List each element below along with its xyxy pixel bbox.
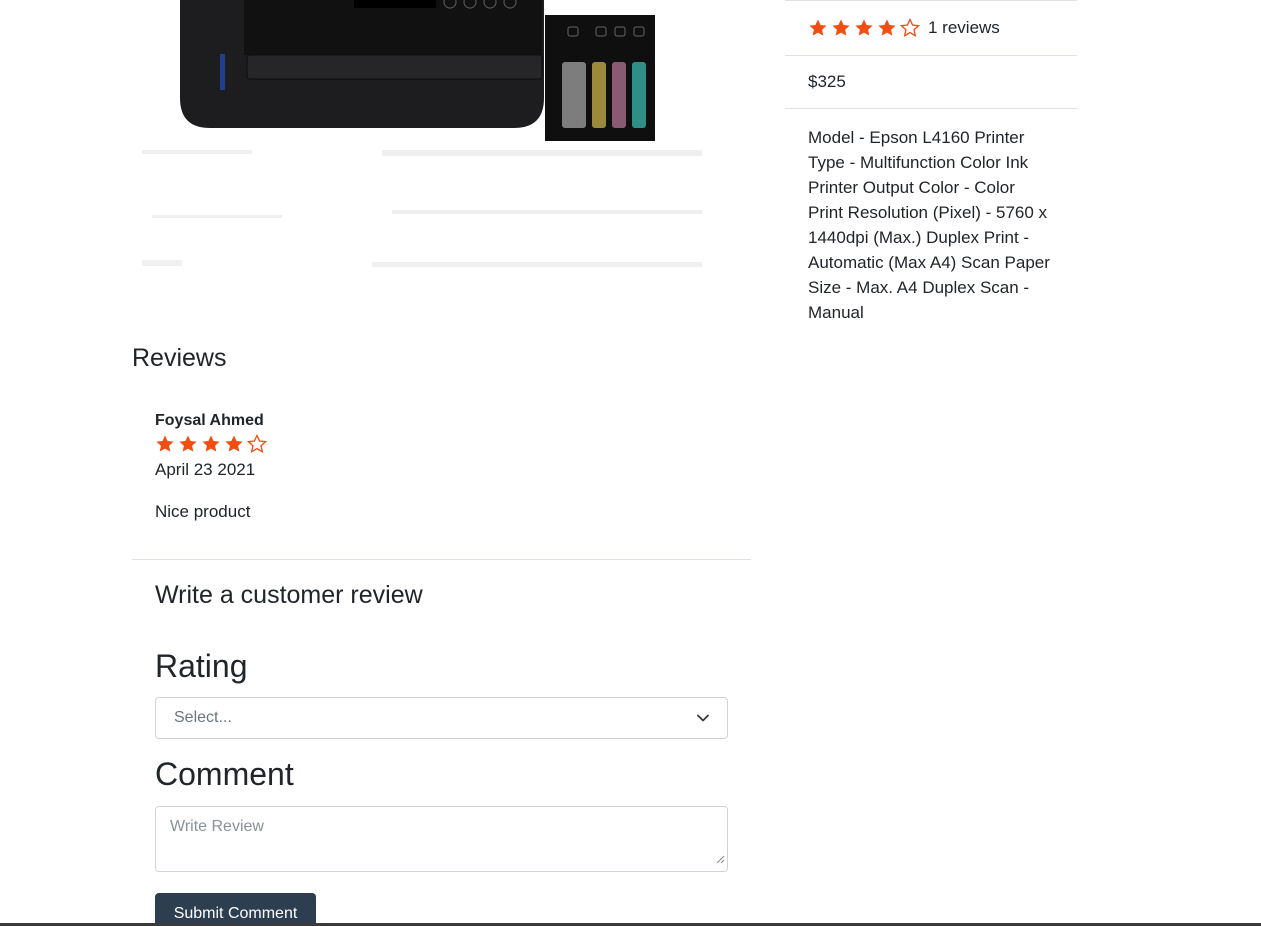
star-empty-icon bbox=[247, 434, 267, 454]
product-image bbox=[132, 0, 712, 290]
product-rating-stars bbox=[808, 18, 920, 38]
rating-select[interactable]: Select... bbox=[155, 697, 728, 739]
reviews-heading: Reviews bbox=[132, 344, 227, 372]
star-filled-icon bbox=[831, 18, 851, 38]
comment-textarea[interactable]: Write Review bbox=[155, 806, 728, 872]
write-review-heading: Write a customer review bbox=[155, 581, 423, 609]
reviewer-name: Foysal Ahmed bbox=[155, 412, 264, 429]
submit-comment-button[interactable]: Submit Comment bbox=[155, 893, 316, 926]
comment-label: Comment bbox=[155, 756, 294, 792]
printer-image bbox=[142, 0, 702, 267]
rating-select-value: Select... bbox=[174, 709, 232, 726]
resize-handle-icon[interactable] bbox=[715, 851, 725, 869]
star-filled-icon bbox=[201, 434, 221, 454]
star-filled-icon bbox=[854, 18, 874, 38]
chevron-down-icon bbox=[697, 714, 709, 722]
comment-placeholder: Write Review bbox=[170, 818, 264, 835]
review-rating-stars bbox=[155, 434, 715, 458]
star-filled-icon bbox=[155, 434, 175, 454]
product-info: 1 reviews $325 Model - Epson L4160 Print… bbox=[785, 0, 1077, 325]
star-filled-icon bbox=[808, 18, 828, 38]
product-page: 1 reviews $325 Model - Epson L4160 Print… bbox=[0, 0, 1261, 926]
star-filled-icon bbox=[178, 434, 198, 454]
reviews-count: 1 reviews bbox=[928, 18, 1000, 37]
review-comment: Nice product bbox=[155, 502, 251, 521]
product-description: Model - Epson L4160 Printer Type - Multi… bbox=[785, 108, 1077, 325]
review-date: April 23 2021 bbox=[155, 460, 256, 479]
section-divider bbox=[132, 559, 751, 560]
star-filled-icon bbox=[877, 18, 897, 38]
product-rating-row: 1 reviews bbox=[785, 0, 1077, 55]
review-item: Foysal Ahmed April 23 2021 Nice product bbox=[155, 410, 715, 524]
star-empty-icon bbox=[900, 18, 920, 38]
rating-label: Rating bbox=[155, 648, 248, 684]
star-filled-icon bbox=[224, 434, 244, 454]
product-price: $325 bbox=[785, 55, 1077, 108]
